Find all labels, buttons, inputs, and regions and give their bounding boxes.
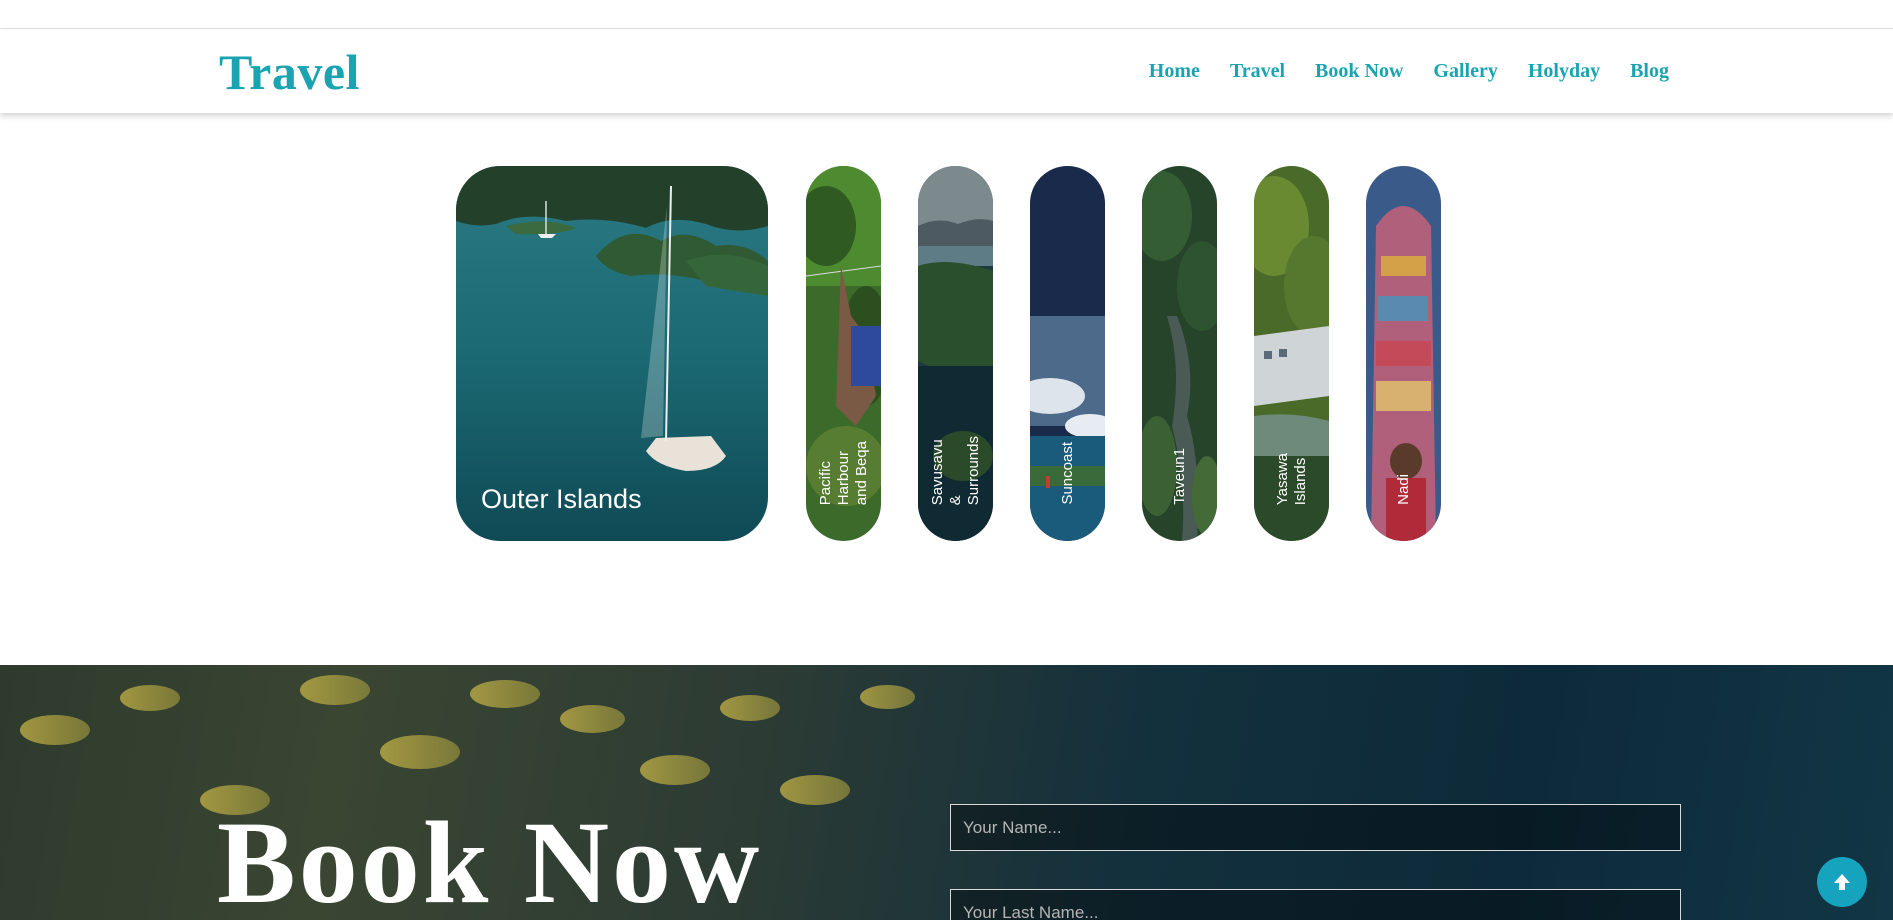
nav-link-blog[interactable]: Blog (1630, 60, 1669, 83)
nav-link-book-now[interactable]: Book Now (1315, 60, 1403, 83)
destination-card-outer-islands[interactable]: Outer Islands (456, 166, 768, 541)
card-caption: Taveun1 (1170, 448, 1188, 505)
card-caption: Savusavu & Surrounds (928, 435, 982, 505)
fish-decoration (860, 685, 915, 709)
destination-card-savusavu[interactable]: Savusavu & Surrounds (918, 166, 993, 541)
nav-link-holyday[interactable]: Holyday (1528, 60, 1600, 83)
scroll-to-top-button[interactable] (1817, 857, 1867, 907)
card-caption: Pacific Harbour and Beqa (816, 440, 870, 505)
fish-decoration (720, 695, 780, 721)
first-name-input[interactable] (950, 804, 1681, 851)
nav-link-gallery[interactable]: Gallery (1433, 60, 1497, 83)
nav-link-travel[interactable]: Travel (1230, 60, 1285, 83)
destination-card-suncoast[interactable]: Suncoast (1030, 166, 1105, 541)
site-logo[interactable]: Travel (219, 43, 360, 101)
booking-section: Book Now (0, 665, 1893, 920)
card-caption: Nadi (1394, 474, 1412, 505)
navbar: Travel Home Travel Book Now Gallery Holy… (0, 30, 1893, 113)
fish-decoration (780, 775, 850, 805)
fish-decoration (470, 680, 540, 708)
fish-decoration (20, 715, 90, 745)
fish-decoration (380, 735, 460, 769)
fish-decoration (300, 675, 370, 705)
fish-decoration (560, 705, 625, 733)
fish-decoration (120, 685, 180, 711)
destination-card-pacific-harbour[interactable]: Pacific Harbour and Beqa (806, 166, 881, 541)
destination-card-nadi[interactable]: Nadi (1366, 166, 1441, 541)
fish-decoration (640, 755, 710, 785)
arrow-up-icon (1834, 874, 1850, 890)
nav-link-home[interactable]: Home (1149, 60, 1200, 83)
destination-card-taveuni[interactable]: Taveun1 (1142, 166, 1217, 541)
booking-title: Book Now (217, 797, 763, 920)
card-caption: Outer Islands (481, 484, 642, 514)
card-caption: Yasawa Islands (1273, 452, 1309, 505)
main-nav: Home Travel Book Now Gallery Holyday Blo… (1149, 60, 1669, 83)
last-name-input[interactable] (950, 889, 1681, 920)
destination-card-yasawa[interactable]: Yasawa Islands (1254, 166, 1329, 541)
top-strip (0, 0, 1893, 29)
card-caption: Suncoast (1058, 442, 1076, 505)
